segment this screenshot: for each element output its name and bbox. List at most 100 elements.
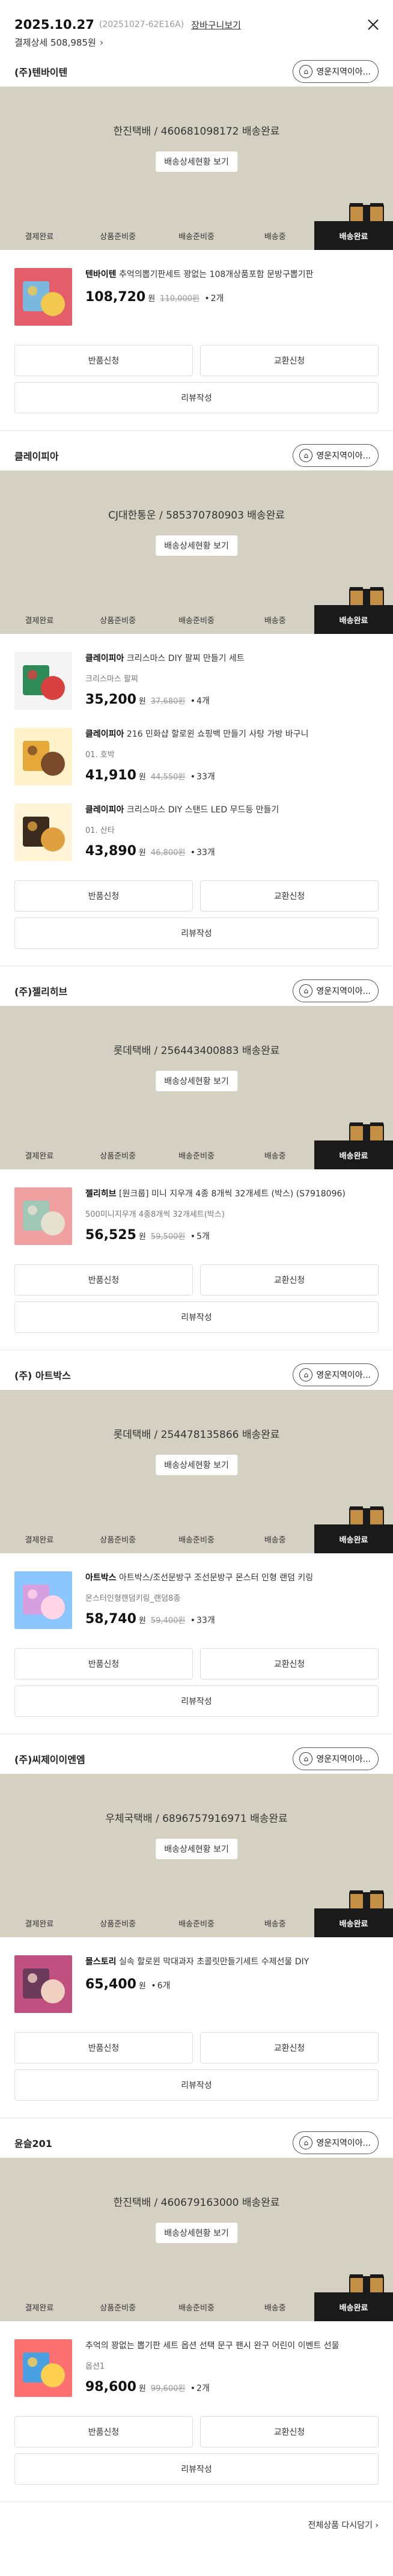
exchange-button[interactable]: 교환신청 [200, 2416, 379, 2447]
item-quantity: 2개 [210, 294, 224, 303]
item-info: 몰스토리 실속 할로윈 막대과자 초콜릿만들기세트 수제선물 DIY 65,400… [85, 1955, 379, 2013]
shop-region-button[interactable]: ⌂ 영운지역이아... [293, 1747, 379, 1770]
seller-name: 윤슬201 [14, 2138, 52, 2149]
write-review-button[interactable]: 리뷰작성 [14, 1302, 379, 1333]
item-list: 텐바이텐 추억의뽑기판세트 꽝없는 108개상품포함 문방구뽑기판 108,720… [0, 250, 393, 326]
delivery-step: 결제완료 [25, 1151, 54, 1161]
write-review-button[interactable]: 리뷰작성 [14, 918, 379, 949]
reorder-all-link[interactable]: 전체상품 다시담기 › [0, 2502, 393, 2555]
tracking-panel: CJ대한통운 / 585370780903 배송완료 배송상세현황 보기 결제완료 상… [0, 470, 393, 634]
tracking-detail-button[interactable]: 배송상세현황 보기 [156, 151, 237, 172]
tracking-info: 롯데택배 / 256443400883 배송완료 [113, 1045, 280, 1057]
shop-region-button[interactable]: ⌂ 영운지역이아... [293, 979, 379, 1002]
exchange-button[interactable]: 교환신청 [200, 1648, 379, 1679]
item-name: 크리스마스 DIY 스탠드 LED 무드등 만들기 [126, 805, 279, 815]
tracking-detail-button[interactable]: 배송상세현황 보기 [156, 1071, 237, 1091]
seller-header: (주) 아트박스 ⌂ 영운지역이아... [0, 1360, 393, 1390]
write-review-button[interactable]: 리뷰작성 [14, 1685, 379, 1717]
payment-detail-link[interactable]: 결제상세 508,985원 › [14, 36, 379, 49]
tracking-detail-button[interactable]: 배송상세현황 보기 [156, 535, 237, 556]
item-list: 젤리히브 [원크룹] 미니 지우개 4종 8개씩 32개세트 (박스) (S79… [0, 1169, 393, 1245]
delivery-step: 배송준비중 [178, 1535, 215, 1545]
view-cart-link[interactable]: 장바구니보기 [191, 19, 241, 31]
bullet-separator: • [190, 1616, 196, 1625]
product-thumbnail[interactable] [14, 728, 72, 785]
seller-name: (주) 아트박스 [14, 1370, 71, 1381]
shop-region-button[interactable]: ⌂ 영운지역이아... [293, 444, 379, 467]
write-review-button[interactable]: 리뷰작성 [14, 2453, 379, 2485]
original-price: 37,680원 [150, 697, 186, 706]
tracking-detail-button[interactable]: 배송상세현황 보기 [156, 1455, 237, 1475]
write-review-button[interactable]: 리뷰작성 [14, 2069, 379, 2101]
exchange-button[interactable]: 교환신청 [200, 2032, 379, 2063]
product-thumbnail[interactable] [14, 652, 72, 710]
bullet-separator: • [190, 1232, 196, 1241]
product-thumbnail[interactable] [14, 1955, 72, 2013]
shop-region-button[interactable]: ⌂ 영운지역이아... [293, 2131, 379, 2154]
item-info: 추억의 꽝없는 뽑기판 세트 옵션 선택 문구 팬시 완구 어린이 이벤트 선물… [85, 2339, 379, 2397]
currency-unit: 원 [148, 294, 156, 303]
item-list: 클레이피아 크리스마스 DIY 팔찌 만들기 세트 크리스마스 팔찌 35,200 원… [0, 634, 393, 861]
order-item[interactable]: 텐바이텐 추억의뽑기판세트 꽝없는 108개상품포함 문방구뽑기판 108,720… [14, 250, 379, 326]
item-list: 아트박스 아트박스/조선문방구 조선문방구 몬스터 인형 랜덤 키링 몬스터인형랜… [0, 1553, 393, 1629]
currency-unit: 원 [138, 1616, 146, 1625]
delivery-step: 상품준비중 [100, 616, 136, 626]
item-brand: 젤리히브 [85, 1189, 117, 1199]
return-button[interactable]: 반품신청 [14, 1648, 193, 1679]
delivery-step: 배송중 [264, 232, 286, 242]
tracking-detail-button[interactable]: 배송상세현황 보기 [156, 2223, 237, 2243]
item-quantity-sep [186, 772, 189, 782]
return-button[interactable]: 반품신청 [14, 345, 193, 376]
order-item[interactable]: 몰스토리 실속 할로윈 막대과자 초콜릿만들기세트 수제선물 DIY 65,400… [14, 1937, 379, 2013]
shop-region-button[interactable]: ⌂ 영운지역이아... [293, 60, 379, 83]
shop-region-label: 영운지역이아... [316, 451, 371, 461]
product-thumbnail[interactable] [14, 1571, 72, 1629]
return-button[interactable]: 반품신청 [14, 1264, 193, 1296]
order-item[interactable]: 클레이피아 크리스마스 DIY 스탠드 LED 무드등 만들기 01. 산타 43,… [14, 785, 379, 861]
item-name: 실속 할로윈 막대과자 초콜릿만들기세트 수제선물 DIY [118, 1957, 309, 1967]
return-button[interactable]: 반품신청 [14, 2032, 193, 2063]
exchange-button[interactable]: 교환신청 [200, 345, 379, 376]
item-brand: 아트박스 [85, 1573, 117, 1583]
order-item[interactable]: 클레이피아 크리스마스 DIY 팔찌 만들기 세트 크리스마스 팔찌 35,200 원… [14, 634, 379, 710]
original-price: 46,800원 [150, 848, 186, 857]
exchange-button[interactable]: 교환신청 [200, 880, 379, 912]
item-option: 몬스터인형랜덤키링_랜덤8종 [85, 1594, 181, 1603]
product-thumbnail[interactable] [14, 2339, 72, 2397]
shop-region-label: 영운지역이아... [316, 1371, 371, 1380]
delivery-step: 상품준비중 [100, 1151, 136, 1161]
delivery-steps: 결제완료 상품준비중 배송준비중 배송중 배송완료 [0, 221, 393, 250]
item-price-row: 58,740 원 59,400원 • 33개 [85, 1612, 379, 1627]
order-item[interactable]: 클레이피아 216 민화샵 할로윈 쇼핑백 만들기 사탕 가방 바구니 01. 호… [14, 710, 379, 785]
seller-list: (주)텐바이텐 ⌂ 영운지역이아... 한진택배 / 460681098172 배송완… [0, 47, 393, 2502]
delivery-step: 배송완료 [314, 1524, 393, 1553]
tracking-panel: 롯데택배 / 254478135866 배송완료 배송상세현황 보기 결제완료 상품준… [0, 1390, 393, 1553]
item-price: 35,200 [85, 692, 136, 707]
order-item[interactable]: 추억의 꽝없는 뽑기판 세트 옵션 선택 문구 팬시 완구 어린이 이벤트 선물… [14, 2321, 379, 2397]
return-button[interactable]: 반품신청 [14, 2416, 193, 2447]
bullet-separator: • [190, 2384, 196, 2393]
item-name: [원크룹] 미니 지우개 4종 8개씩 32개세트 (박스) (S7918096… [118, 1189, 346, 1199]
write-review-button[interactable]: 리뷰작성 [14, 382, 379, 413]
product-thumbnail[interactable] [14, 1187, 72, 1245]
exchange-button[interactable]: 교환신청 [200, 1264, 379, 1296]
order-item[interactable]: 아트박스 아트박스/조선문방구 조선문방구 몬스터 인형 랜덤 키링 몬스터인형랜… [14, 1553, 379, 1629]
item-price-row: 35,200 원 37,680원 • 4개 [85, 692, 379, 707]
item-price: 58,740 [85, 1612, 136, 1627]
close-icon[interactable] [364, 16, 382, 34]
shop-region-button[interactable]: ⌂ 영운지역이아... [293, 1363, 379, 1386]
claim-buttons: 반품신청 교환신청 [0, 1264, 393, 1296]
delivery-step: 배송중 [264, 1919, 286, 1929]
product-thumbnail[interactable] [14, 268, 72, 326]
delivery-step: 상품준비중 [100, 1919, 136, 1929]
tracking-detail-button[interactable]: 배송상세현황 보기 [156, 1839, 237, 1859]
original-price: 59,500원 [150, 1232, 186, 1241]
item-title: 젤리히브 [원크룹] 미니 지우개 4종 8개씩 32개세트 (박스) (S79… [85, 1187, 379, 1201]
return-button[interactable]: 반품신청 [14, 880, 193, 912]
order-item[interactable]: 젤리히브 [원크룹] 미니 지우개 4종 8개씩 32개세트 (박스) (S79… [14, 1169, 379, 1245]
item-price-row: 65,400 원 • 6개 [85, 1977, 379, 1992]
currency-unit: 원 [138, 697, 146, 706]
tracking-panel: 롯데택배 / 256443400883 배송완료배송상세현황 보기결제완료 상품준… [0, 1006, 393, 1169]
product-thumbnail[interactable] [14, 803, 72, 861]
item-price: 43,890 [85, 844, 136, 859]
